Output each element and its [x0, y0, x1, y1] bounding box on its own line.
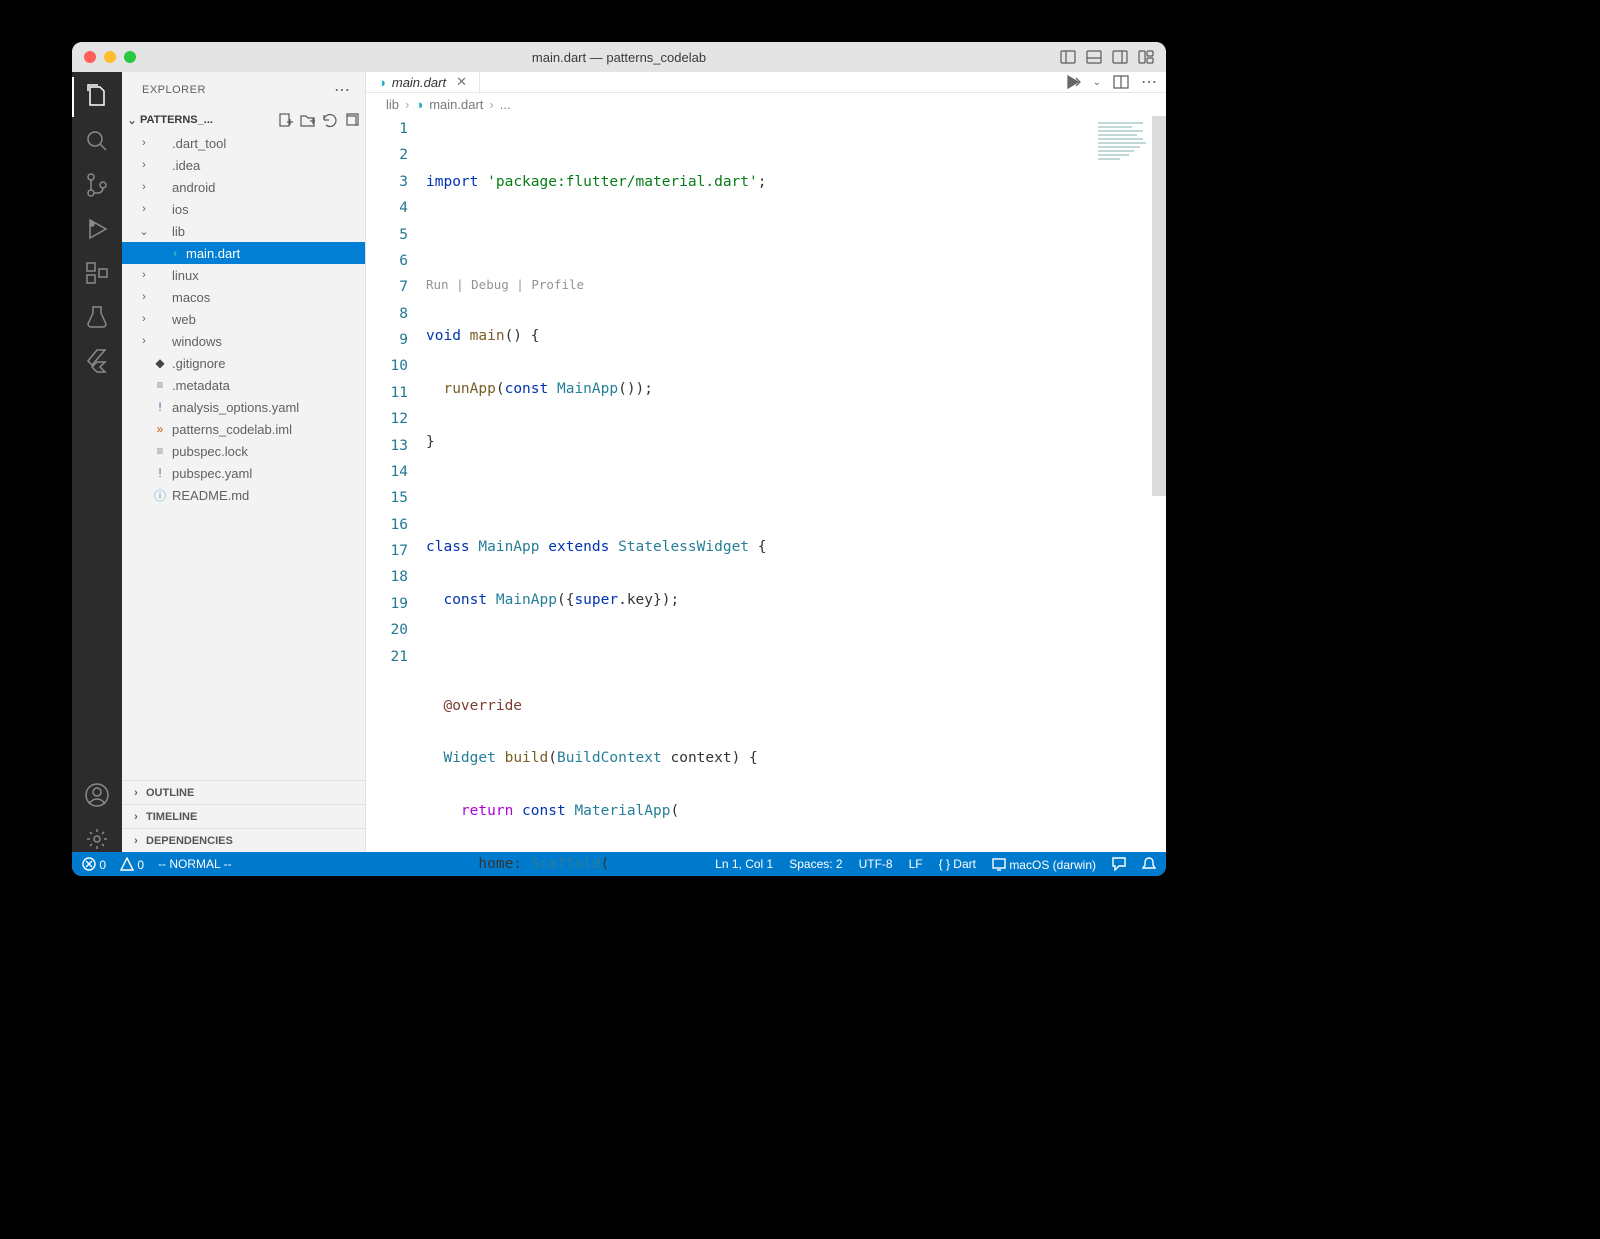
tab-label: main.dart: [392, 75, 446, 90]
outline-section[interactable]: ›OUTLINE: [122, 780, 365, 804]
testing-icon[interactable]: [84, 304, 110, 330]
tree-item-pubspec-yaml[interactable]: !pubspec.yaml: [122, 462, 365, 484]
dependencies-section[interactable]: ›DEPENDENCIES: [122, 828, 365, 852]
tree-item-lib[interactable]: ⌄lib: [122, 220, 365, 242]
vim-mode: -- NORMAL --: [158, 857, 232, 871]
code-editor[interactable]: 123456789101112131415161718192021 import…: [366, 116, 1166, 876]
tree-item-android[interactable]: ›android: [122, 176, 365, 198]
breadcrumb-file[interactable]: main.dart: [429, 97, 483, 112]
tree-item-ios[interactable]: ›ios: [122, 198, 365, 220]
layout-controls: [1060, 49, 1154, 65]
explorer-label: EXPLORER: [142, 84, 206, 96]
tree-item--metadata[interactable]: ≡.metadata: [122, 374, 365, 396]
customize-layout-icon[interactable]: [1138, 49, 1154, 65]
tree-item--gitignore[interactable]: ◆.gitignore: [122, 352, 365, 374]
scrollbar-thumb[interactable]: [1152, 116, 1166, 496]
tree-item--dart-tool[interactable]: ›.dart_tool: [122, 132, 365, 154]
project-header[interactable]: ⌄ PATTERNS_...: [122, 108, 365, 132]
tree-item-readme-md[interactable]: ⓘREADME.md: [122, 484, 365, 506]
tab-main-dart[interactable]: ◑ main.dart ✕: [366, 72, 480, 92]
project-name: PATTERNS_...: [140, 114, 213, 126]
toggle-secondary-sidebar-icon[interactable]: [1112, 49, 1128, 65]
close-icon[interactable]: [84, 51, 96, 63]
maximize-icon[interactable]: [124, 51, 136, 63]
dart-file-icon: ◑: [378, 75, 386, 90]
tree-item--idea[interactable]: ›.idea: [122, 154, 365, 176]
tree-item-pubspec-lock[interactable]: ≡pubspec.lock: [122, 440, 365, 462]
toggle-panel-icon[interactable]: [1086, 49, 1102, 65]
explorer-icon[interactable]: [84, 84, 110, 110]
current-line-highlight: [426, 116, 1166, 142]
search-icon[interactable]: [84, 128, 110, 154]
tree-item-windows[interactable]: ›windows: [122, 330, 365, 352]
collapse-all-icon[interactable]: [343, 112, 359, 128]
breadcrumb[interactable]: lib › ◑ main.dart › ...: [366, 93, 1166, 116]
sidebar-title: EXPLORER ⋯: [122, 72, 365, 108]
errors-count[interactable]: 0: [82, 857, 106, 872]
activity-bar: [72, 72, 122, 852]
file-tree: ›.dart_tool›.idea›android›ios⌄lib◑main.d…: [122, 132, 365, 780]
editor-group: ◑ main.dart ✕ ⌄ ⋯ lib › ◑ main.dart › ..…: [366, 72, 1166, 852]
warnings-count[interactable]: 0: [120, 857, 144, 872]
tree-item-main-dart[interactable]: ◑main.dart: [122, 242, 365, 264]
flutter-icon[interactable]: [84, 348, 110, 374]
settings-gear-icon[interactable]: [84, 826, 110, 852]
vscode-window: main.dart — patterns_codelab EXPLORER: [72, 42, 1166, 876]
titlebar: main.dart — patterns_codelab: [72, 42, 1166, 72]
explorer-more-icon[interactable]: ⋯: [334, 80, 351, 100]
window-title: main.dart — patterns_codelab: [532, 50, 706, 65]
run-debug-icon[interactable]: [84, 216, 110, 242]
tab-bar: ◑ main.dart ✕ ⌄ ⋯: [366, 72, 1166, 93]
dropdown-icon[interactable]: ⌄: [1093, 77, 1101, 88]
line-numbers: 123456789101112131415161718192021: [366, 116, 426, 876]
tree-item-linux[interactable]: ›linux: [122, 264, 365, 286]
code-lens[interactable]: Run | Debug | Profile: [426, 274, 1166, 297]
window-controls: [84, 51, 136, 63]
tree-item-web[interactable]: ›web: [122, 308, 365, 330]
active-indicator: [72, 77, 74, 117]
extensions-icon[interactable]: [84, 260, 110, 286]
tree-item-patterns-codelab-iml[interactable]: »patterns_codelab.iml: [122, 418, 365, 440]
run-icon[interactable]: [1065, 74, 1081, 90]
source-control-icon[interactable]: [84, 172, 110, 198]
toggle-primary-sidebar-icon[interactable]: [1060, 49, 1076, 65]
tree-item-analysis-options-yaml[interactable]: !analysis_options.yaml: [122, 396, 365, 418]
breadcrumb-lib[interactable]: lib: [386, 97, 399, 112]
timeline-section[interactable]: ›TIMELINE: [122, 804, 365, 828]
accounts-icon[interactable]: [84, 782, 110, 808]
minimize-icon[interactable]: [104, 51, 116, 63]
refresh-icon[interactable]: [321, 112, 337, 128]
editor-more-icon[interactable]: ⋯: [1141, 72, 1158, 92]
new-file-icon[interactable]: [277, 112, 293, 128]
dart-file-icon: ◑: [415, 97, 423, 112]
explorer-sidebar: EXPLORER ⋯ ⌄ PATTERNS_... ›.dart_tool›.i…: [122, 72, 366, 852]
code-content[interactable]: import 'package:flutter/material.dart'; …: [426, 116, 1166, 876]
split-editor-icon[interactable]: [1113, 74, 1129, 90]
minimap[interactable]: [1098, 120, 1154, 164]
tab-close-icon[interactable]: ✕: [456, 74, 467, 90]
new-folder-icon[interactable]: [299, 112, 315, 128]
tree-item-macos[interactable]: ›macos: [122, 286, 365, 308]
breadcrumb-more[interactable]: ...: [500, 97, 511, 112]
